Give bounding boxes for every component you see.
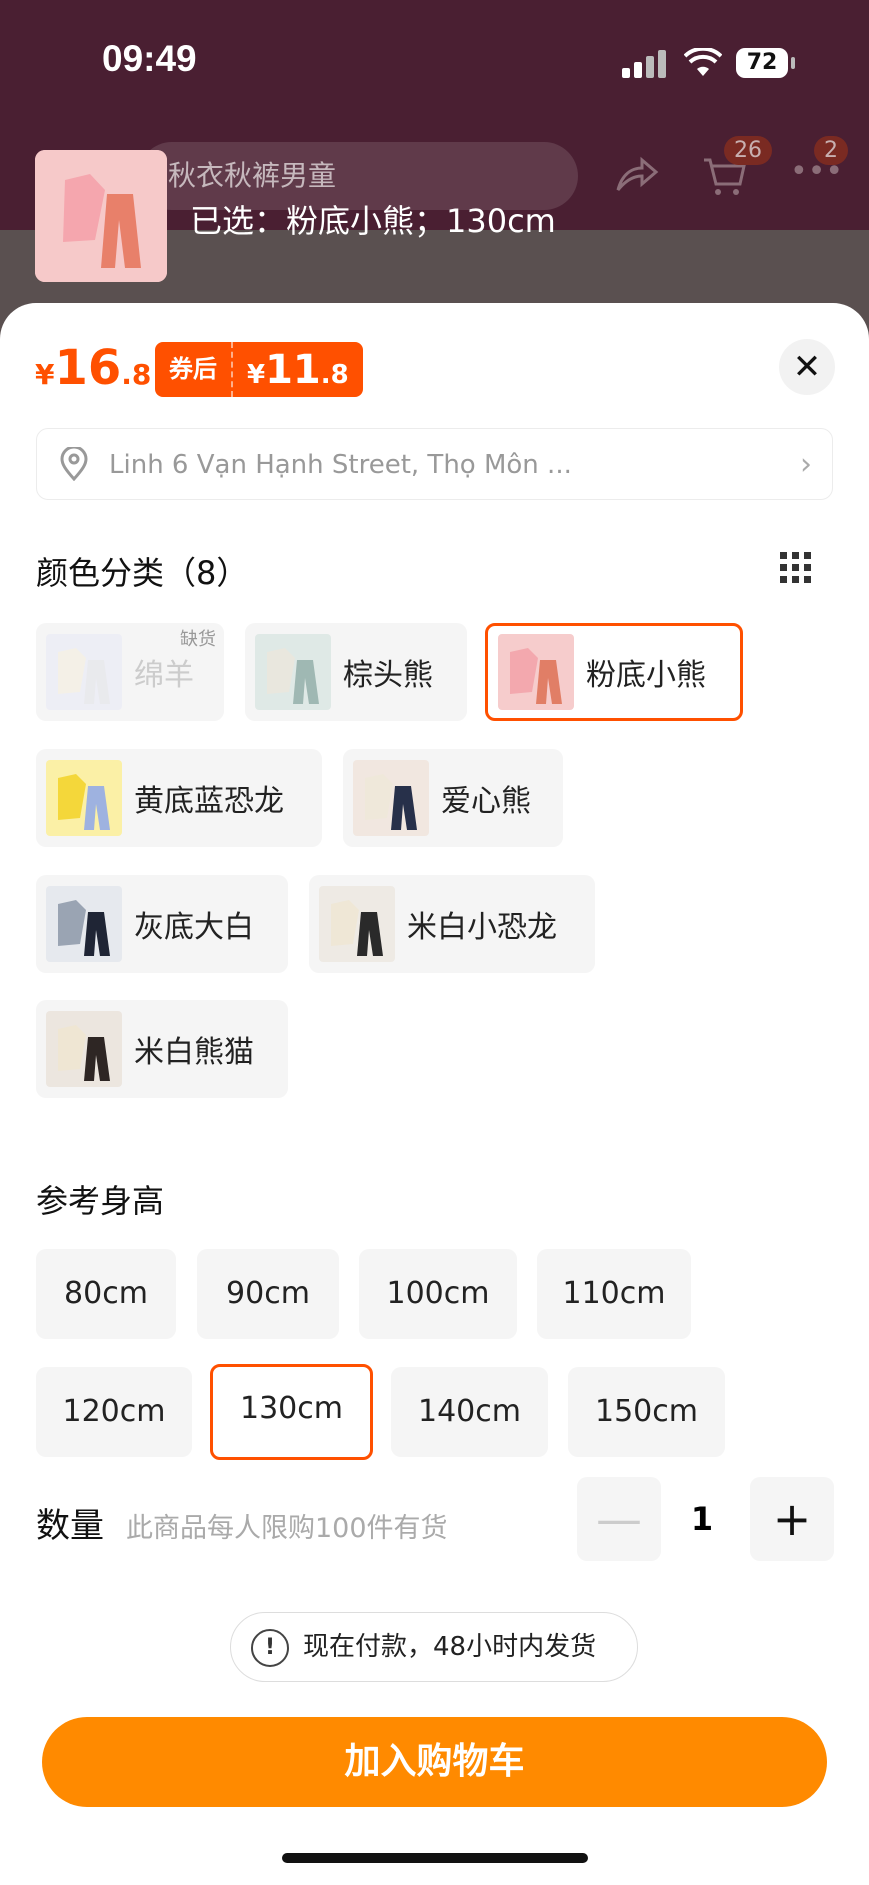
color-option-pink-bear[interactable]: 粉底小熊 [485,623,743,721]
color-option-image [498,634,574,710]
coupon-price-badge: 券后 ¥11.8 [155,342,363,397]
size-option-140[interactable]: 140cm [391,1367,548,1457]
home-indicator [282,1853,588,1863]
color-option-image [319,886,395,962]
color-option-label: 棕头熊 [343,658,433,693]
close-icon: ✕ [792,347,822,387]
info-icon: ! [251,1629,289,1667]
wifi-icon [683,46,723,86]
status-time: 09:49 [102,38,197,79]
price-integer: 16 [54,340,122,396]
out-of-stock-label: 缺货 [180,629,216,650]
coupon-tag: 券后 [155,342,233,397]
chevron-right-icon: › [800,447,812,482]
location-pin-icon [59,445,89,489]
color-option-heart-bear[interactable]: 爱心熊 [343,749,563,847]
color-option-label: 粉底小熊 [586,658,706,693]
color-option-grey-baymax[interactable]: 灰底大白 [36,875,288,973]
size-option-90[interactable]: 90cm [197,1249,339,1339]
address-selector[interactable]: Linh 6 Vạn Hạnh Street, Thọ Môn ... › [36,428,833,500]
price-decimal: .8 [121,358,152,391]
battery-tip [791,57,795,69]
quantity-limit-note: 此商品每人限购100件有货 [126,1513,448,1544]
coupon-integer: 11 [265,346,321,393]
minus-icon: — [596,1492,642,1546]
color-option-image [46,886,122,962]
color-option-cream-dino[interactable]: 米白小恐龙 [309,875,595,973]
coupon-decimal: .8 [320,359,349,390]
battery-icon: 72 [736,48,788,78]
color-section-title: 颜色分类（8） [36,554,249,592]
decrease-quantity-button[interactable]: — [577,1477,661,1561]
address-text: Linh 6 Vạn Hạnh Street, Thọ Môn ... [109,450,572,480]
color-option-label: 灰底大白 [134,910,254,945]
share-icon [612,150,660,208]
quantity-value[interactable]: 1 [660,1477,744,1561]
color-option-sheep[interactable]: 绵羊 缺货 [36,623,224,721]
color-option-label: 黄底蓝恐龙 [134,784,284,819]
color-option-label: 爱心熊 [441,784,531,819]
color-option-image [46,760,122,836]
size-option-100[interactable]: 100cm [359,1249,517,1339]
color-option-yellow-dino[interactable]: 黄底蓝恐龙 [36,749,322,847]
close-button[interactable]: ✕ [779,339,835,395]
color-option-image [46,1011,122,1087]
plus-icon: + [772,1492,812,1546]
size-option-120[interactable]: 120cm [36,1367,192,1457]
grid-view-icon[interactable] [780,552,812,584]
selected-variant-text: 已选：粉底小熊；130cm [190,202,556,240]
increase-quantity-button[interactable]: + [750,1477,834,1561]
color-option-image [353,760,429,836]
color-option-label: 米白小恐龙 [407,910,557,945]
size-option-80[interactable]: 80cm [36,1249,176,1339]
size-section-title: 参考身高 [36,1182,165,1220]
cart-count-badge: 26 [724,136,772,165]
coupon-amount: ¥11.8 [233,347,363,393]
color-option-image [46,634,122,710]
coupon-currency: ¥ [247,359,266,390]
price: ¥16.8 [35,340,151,396]
size-option-110[interactable]: 110cm [537,1249,691,1339]
selected-product-image [35,150,167,282]
size-option-150[interactable]: 150cm [568,1367,725,1457]
color-option-label: 绵羊 [134,658,194,693]
color-option-brown-bear[interactable]: 棕头熊 [245,623,467,721]
color-option-label: 米白熊猫 [134,1035,254,1070]
color-option-cream-panda[interactable]: 米白熊猫 [36,1000,288,1098]
shipping-notice: ! 现在付款，48小时内发货 [230,1612,638,1682]
price-currency: ¥ [35,358,55,391]
message-count-badge: 2 [814,136,848,165]
add-to-cart-button[interactable]: 加入购物车 [42,1717,827,1807]
color-option-image [255,634,331,710]
quantity-label: 数量 [36,1506,104,1546]
size-option-130[interactable]: 130cm [210,1364,373,1460]
status-bar: 09:49 72 [0,0,869,120]
signal-icon [622,50,668,78]
shipping-notice-text: 现在付款，48小时内发货 [303,1632,597,1662]
